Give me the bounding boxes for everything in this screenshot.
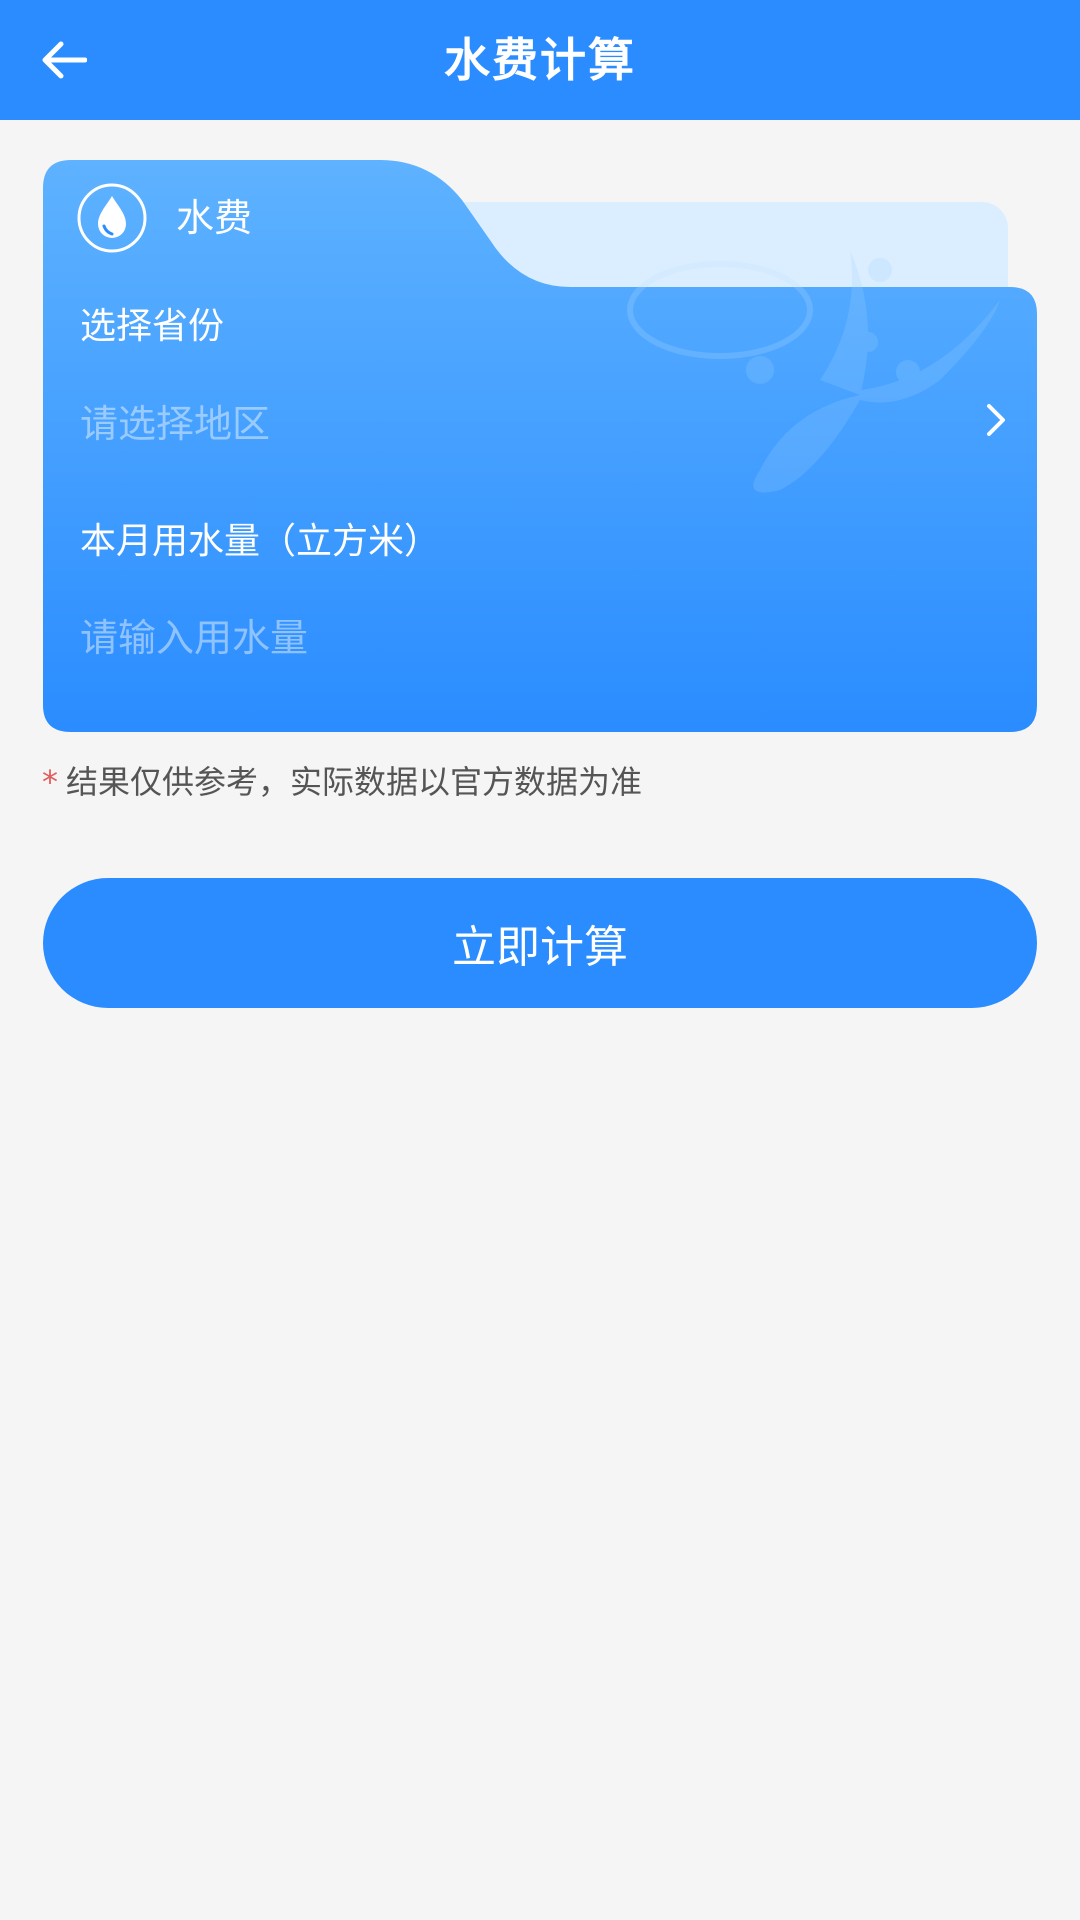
disclaimer-text: 结果仅供参考，实际数据以官方数据为准 xyxy=(66,763,643,801)
disclaimer-note: * 结果仅供参考，实际数据以官方数据为准 xyxy=(42,757,642,807)
tab-label: 水费 xyxy=(176,196,253,240)
water-usage-label: 本月用水量（立方米） xyxy=(80,521,441,562)
required-star: * xyxy=(42,763,58,801)
water-usage-input[interactable] xyxy=(60,603,1040,673)
province-label: 选择省份 xyxy=(80,306,225,347)
water-drop-icon xyxy=(77,183,147,253)
region-select[interactable]: 请选择地区 xyxy=(60,385,1040,455)
water-fee-card: 水费 选择省份 请选择地区 本月用水量（立方米） xyxy=(0,0,1080,760)
chevron-right-icon xyxy=(976,400,1016,440)
calculate-button[interactable]: 立即计算 xyxy=(43,878,1037,1008)
region-placeholder: 请选择地区 xyxy=(80,401,271,446)
